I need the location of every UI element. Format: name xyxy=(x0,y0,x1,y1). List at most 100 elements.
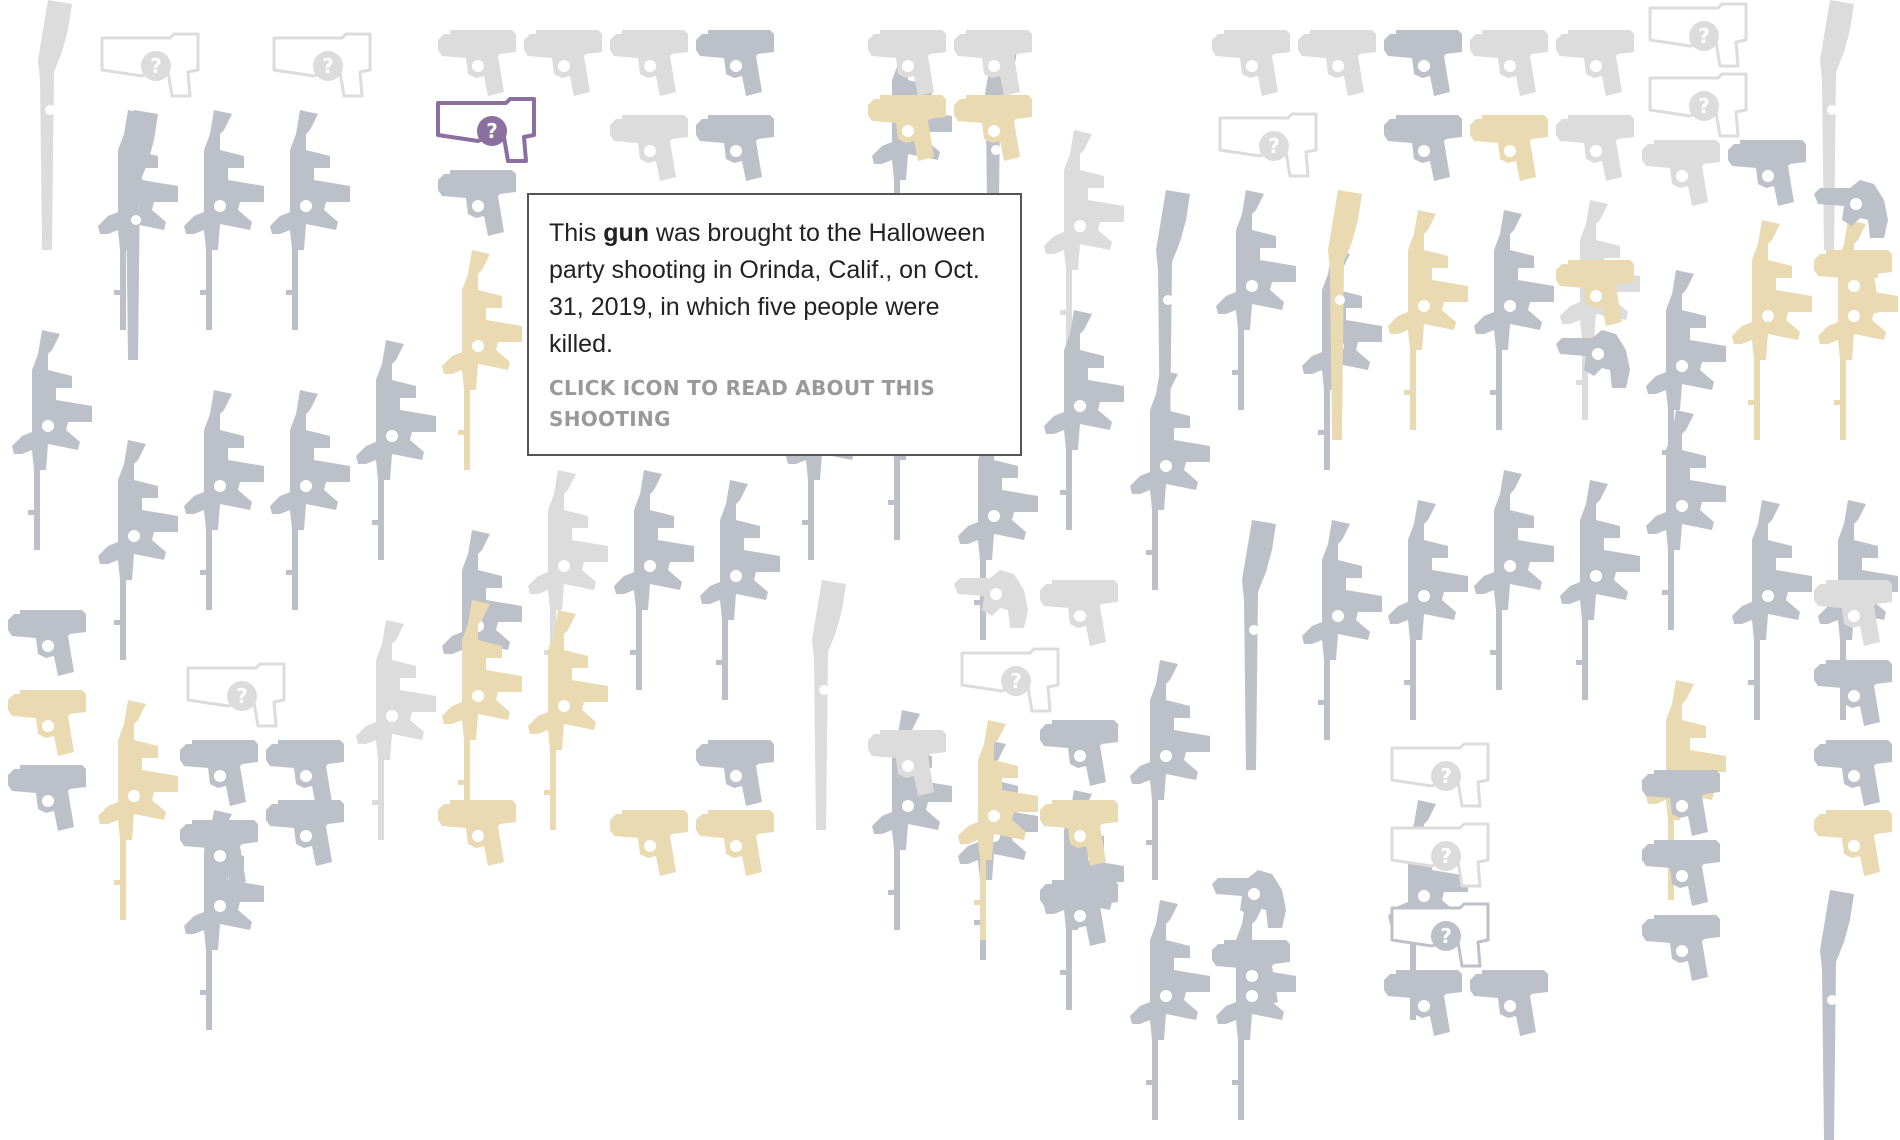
rifle-icon[interactable] xyxy=(8,330,92,550)
pistol-icon[interactable] xyxy=(1728,140,1808,208)
pistol-icon[interactable] xyxy=(438,30,518,98)
pistol-icon[interactable] xyxy=(1470,115,1550,183)
rifle-icon[interactable] xyxy=(1470,470,1554,690)
rifle-icon[interactable] xyxy=(1384,210,1468,430)
rifle-icon[interactable] xyxy=(94,700,178,920)
unknown-gun-icon[interactable]: ? xyxy=(960,645,1062,715)
rifle-icon[interactable] xyxy=(1728,500,1812,720)
pistol-icon[interactable] xyxy=(696,115,776,183)
rifle-icon[interactable] xyxy=(1212,190,1296,410)
pistol-icon[interactable] xyxy=(1814,810,1894,878)
revolver-icon[interactable] xyxy=(1556,330,1632,390)
rifle-icon[interactable] xyxy=(266,110,350,330)
unknown-gun-icon[interactable]: ? xyxy=(272,30,374,100)
rifle-icon[interactable] xyxy=(1040,310,1124,530)
revolver-icon[interactable] xyxy=(1212,870,1288,930)
rifle-icon[interactable] xyxy=(1212,900,1296,1120)
rifle-icon[interactable] xyxy=(1126,900,1210,1120)
pistol-icon[interactable] xyxy=(1556,260,1636,328)
rifle-icon[interactable] xyxy=(1810,890,1858,1140)
pistol-icon[interactable] xyxy=(1814,250,1894,318)
pistol-icon[interactable] xyxy=(8,690,88,758)
pistol-icon[interactable] xyxy=(1040,720,1120,788)
revolver-icon[interactable] xyxy=(1814,180,1890,240)
pistol-icon[interactable] xyxy=(266,800,346,868)
rifle-icon[interactable] xyxy=(1318,190,1366,440)
rifle-icon[interactable] xyxy=(1384,500,1468,720)
pistol-icon[interactable] xyxy=(8,765,88,833)
pistol-icon[interactable] xyxy=(1556,115,1636,183)
pistol-icon[interactable] xyxy=(1470,970,1550,1038)
pistol-icon[interactable] xyxy=(524,30,604,98)
rifle-icon[interactable] xyxy=(94,440,178,660)
rifle-icon[interactable] xyxy=(352,620,436,840)
pistol-icon[interactable] xyxy=(868,30,948,98)
pistol-icon[interactable] xyxy=(266,740,346,808)
rifle-icon[interactable] xyxy=(1146,190,1194,440)
pistol-icon[interactable] xyxy=(1642,840,1722,908)
unknown-gun-icon[interactable]: ? xyxy=(1648,70,1750,140)
pistol-icon[interactable] xyxy=(1814,660,1894,728)
rifle-icon[interactable] xyxy=(438,250,522,470)
unknown-gun-icon[interactable]: ? xyxy=(436,95,538,165)
unknown-gun-icon[interactable]: ? xyxy=(1390,900,1492,970)
rifle-icon[interactable] xyxy=(438,600,522,820)
pistol-icon[interactable] xyxy=(610,810,690,878)
pistol-icon[interactable] xyxy=(1814,740,1894,808)
pistol-icon[interactable] xyxy=(696,740,776,808)
pistol-icon[interactable] xyxy=(954,30,1034,98)
unknown-gun-icon[interactable]: ? xyxy=(186,660,288,730)
pistol-icon[interactable] xyxy=(610,30,690,98)
pistol-icon[interactable] xyxy=(1470,30,1550,98)
pistol-icon[interactable] xyxy=(438,170,518,238)
rifle-icon[interactable] xyxy=(954,720,1038,940)
pistol-icon[interactable] xyxy=(1642,770,1722,838)
pistol-icon[interactable] xyxy=(1384,30,1464,98)
pistol-icon[interactable] xyxy=(1384,970,1464,1038)
rifle-icon[interactable] xyxy=(352,340,436,560)
unknown-gun-icon[interactable]: ? xyxy=(1390,740,1492,810)
pistol-icon[interactable] xyxy=(1384,115,1464,183)
pistol-icon[interactable] xyxy=(180,820,260,888)
rifle-icon[interactable] xyxy=(1298,520,1382,740)
pistol-icon[interactable] xyxy=(1040,800,1120,868)
rifle-icon[interactable] xyxy=(1728,220,1812,440)
pistol-icon[interactable] xyxy=(868,730,948,798)
pistol-icon[interactable] xyxy=(868,95,948,163)
revolver-icon[interactable] xyxy=(954,570,1030,630)
pistol-icon[interactable] xyxy=(696,810,776,878)
pistol-icon[interactable] xyxy=(610,115,690,183)
rifle-icon[interactable] xyxy=(1642,410,1726,630)
pistol-icon[interactable] xyxy=(180,740,260,808)
pistol-icon[interactable] xyxy=(1642,915,1722,983)
unknown-gun-icon[interactable]: ? xyxy=(100,30,202,100)
unknown-gun-icon[interactable]: ? xyxy=(1218,110,1320,180)
unknown-gun-icon[interactable]: ? xyxy=(1648,0,1750,70)
rifle-icon[interactable] xyxy=(114,110,162,360)
rifle-icon[interactable] xyxy=(802,580,850,830)
unknown-gun-icon[interactable]: ? xyxy=(1390,820,1492,890)
pistol-icon[interactable] xyxy=(1212,30,1292,98)
rifle-icon[interactable] xyxy=(610,470,694,690)
rifle-icon[interactable] xyxy=(1470,210,1554,430)
pistol-icon[interactable] xyxy=(1212,940,1292,1008)
pistol-icon[interactable] xyxy=(954,95,1034,163)
rifle-icon[interactable] xyxy=(1126,660,1210,880)
pistol-icon[interactable] xyxy=(1556,30,1636,98)
pistol-icon[interactable] xyxy=(438,800,518,868)
pistol-icon[interactable] xyxy=(8,610,88,678)
pistol-icon[interactable] xyxy=(1040,880,1120,948)
pistol-icon[interactable] xyxy=(1642,140,1722,208)
pistol-icon[interactable] xyxy=(1298,30,1378,98)
pistol-icon[interactable] xyxy=(1040,580,1120,648)
rifle-icon[interactable] xyxy=(28,0,76,250)
pistol-icon[interactable] xyxy=(1814,580,1894,648)
rifle-icon[interactable] xyxy=(266,390,350,610)
rifle-icon[interactable] xyxy=(1232,520,1280,770)
rifle-icon[interactable] xyxy=(180,110,264,330)
pistol-icon[interactable] xyxy=(696,30,776,98)
rifle-icon[interactable] xyxy=(1556,480,1640,700)
rifle-icon[interactable] xyxy=(524,610,608,830)
rifle-icon[interactable] xyxy=(696,480,780,700)
rifle-icon[interactable] xyxy=(180,390,264,610)
